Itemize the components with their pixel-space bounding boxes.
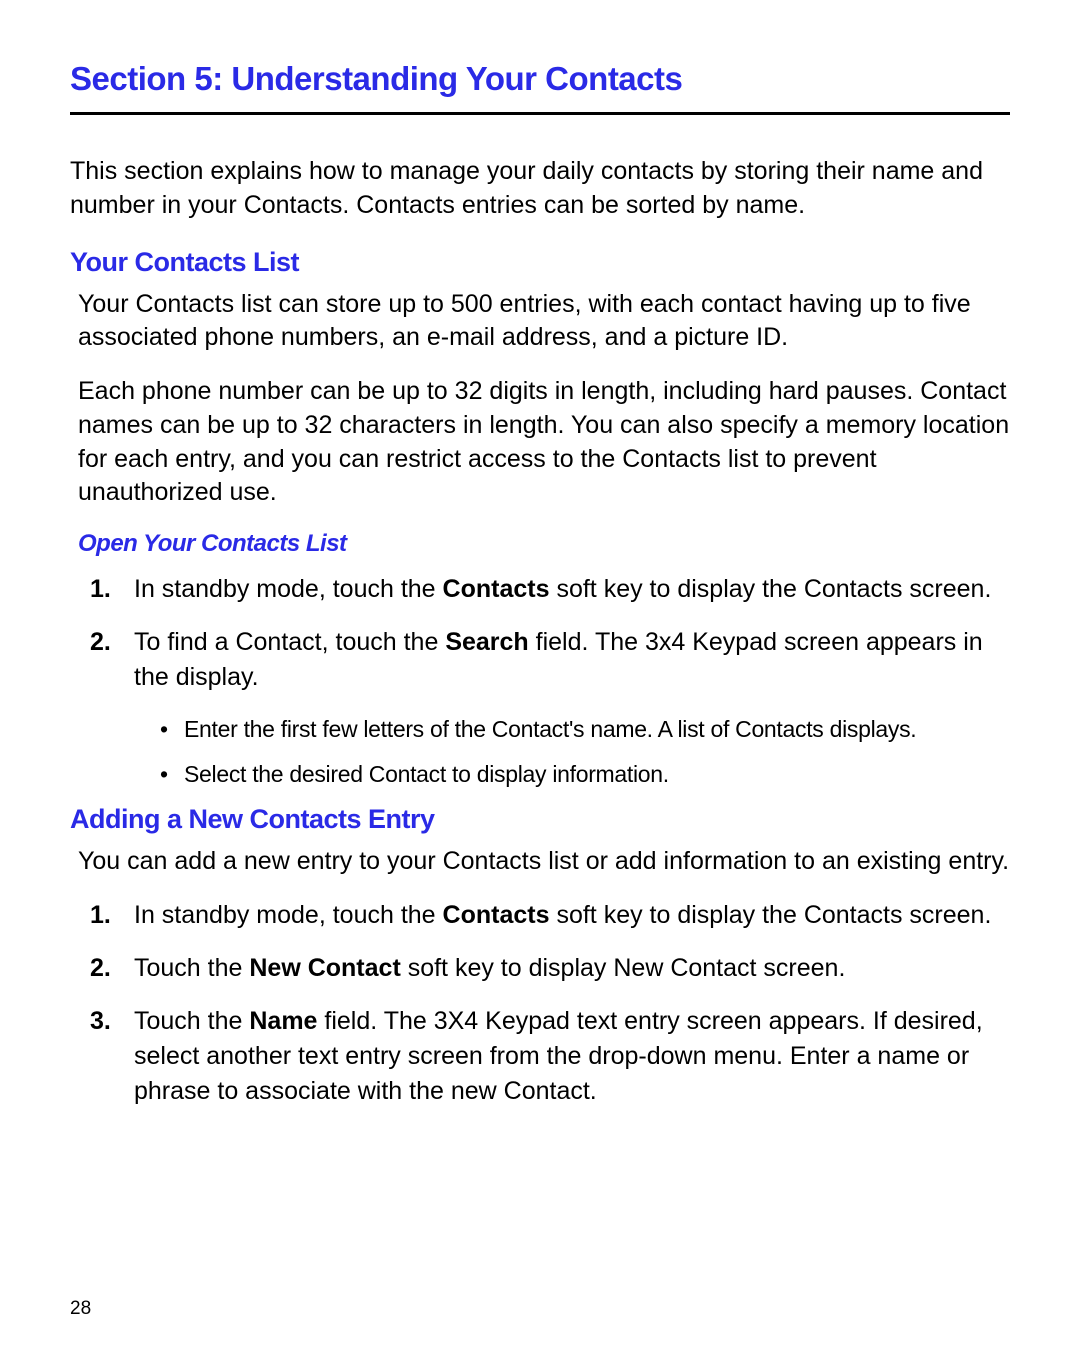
step-item: 1. In standby mode, touch the Contacts s…	[78, 898, 1010, 933]
step-text: Touch the New Contact soft key to displa…	[134, 951, 1010, 986]
intro-paragraph: This section explains how to manage your…	[70, 155, 1010, 223]
step-text: In standby mode, touch the Contacts soft…	[134, 898, 1010, 933]
step-item: 2. To find a Contact, touch the Search f…	[78, 625, 1010, 695]
step-number: 2.	[78, 951, 134, 986]
bullet-text: Select the desired Contact to display in…	[184, 758, 669, 791]
section-title: Section 5: Understanding Your Contacts	[70, 60, 1010, 98]
step-number: 3.	[78, 1004, 134, 1109]
step-number: 2.	[78, 625, 134, 695]
steps-add-entry: 1. In standby mode, touch the Contacts s…	[78, 898, 1010, 1109]
heading-your-contacts-list: Your Contacts List	[70, 247, 1010, 278]
page-number: 28	[70, 1298, 91, 1320]
step-text: In standby mode, touch the Contacts soft…	[134, 572, 1010, 607]
step-text: Touch the Name field. The 3X4 Keypad tex…	[134, 1004, 1010, 1109]
step-number: 1.	[78, 898, 134, 933]
bullet-text: Enter the first few letters of the Conta…	[184, 713, 916, 746]
step-item: 1. In standby mode, touch the Contacts s…	[78, 572, 1010, 607]
step-item: 3. Touch the Name field. The 3X4 Keypad …	[78, 1004, 1010, 1109]
paragraph-storage-limits: Your Contacts list can store up to 500 e…	[78, 288, 1010, 356]
bullet-icon: •	[160, 758, 184, 791]
bullet-item: •Select the desired Contact to display i…	[160, 758, 1010, 791]
heading-open-contacts: Open Your Contacts List	[78, 530, 1010, 558]
bullets-open-contacts: •Enter the first few letters of the Cont…	[160, 713, 1010, 792]
step-text: To find a Contact, touch the Search fiel…	[134, 625, 1010, 695]
bullet-icon: •	[160, 713, 184, 746]
paragraph-number-limits: Each phone number can be up to 32 digits…	[78, 375, 1010, 510]
heading-adding-new-entry: Adding a New Contacts Entry	[70, 804, 1010, 835]
paragraph-add-entry: You can add a new entry to your Contacts…	[78, 845, 1010, 879]
step-item: 2. Touch the New Contact soft key to dis…	[78, 951, 1010, 986]
bullet-item: •Enter the first few letters of the Cont…	[160, 713, 1010, 746]
steps-open-contacts: 1. In standby mode, touch the Contacts s…	[78, 572, 1010, 695]
title-rule	[70, 112, 1010, 115]
step-number: 1.	[78, 572, 134, 607]
